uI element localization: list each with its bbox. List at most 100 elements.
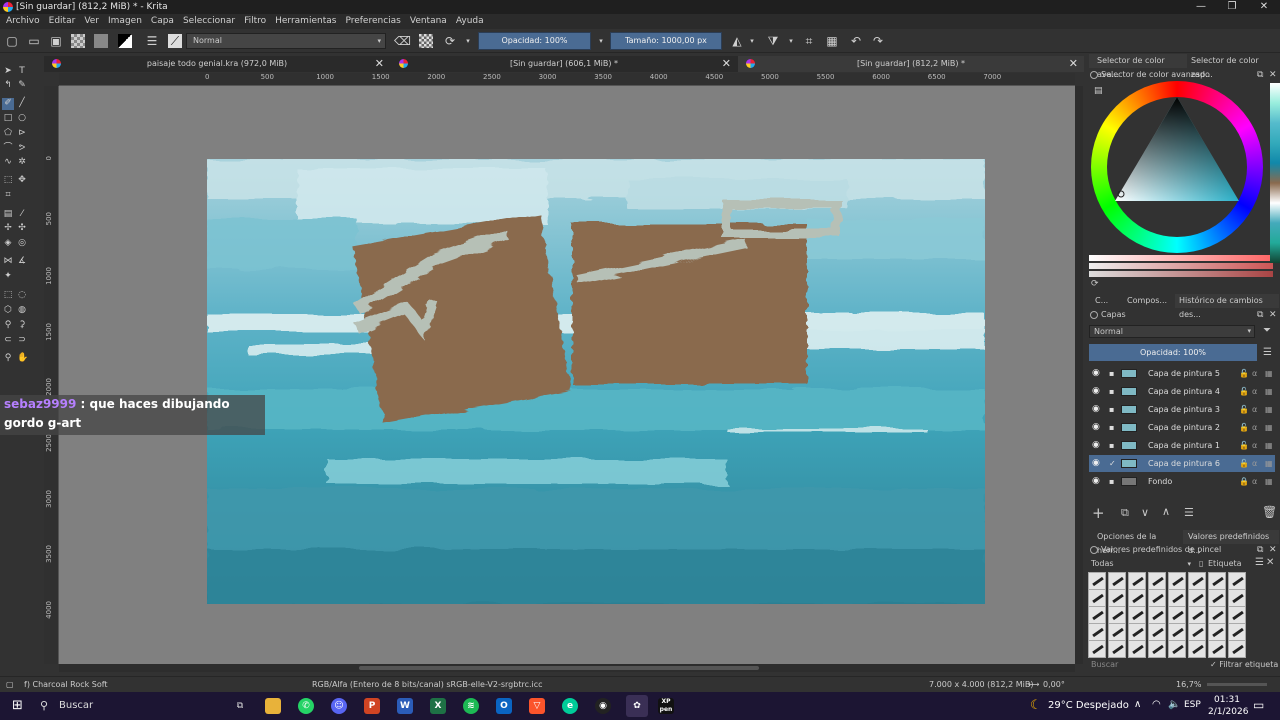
close-docker-icon[interactable]: ✕ [1269, 544, 1277, 556]
close-docker-icon[interactable]: ✕ [1269, 69, 1277, 81]
tab-c[interactable]: C... [1089, 294, 1111, 308]
tab-brush-presets[interactable]: Valores predefinidos d... [1183, 530, 1279, 555]
tab-sin-guardar-1[interactable]: [Sin guardar] (606,1 MiB) * ✕ [391, 56, 737, 72]
brush-preset-tile[interactable] [1188, 640, 1206, 658]
polyline-tool-icon[interactable]: ⊳ [17, 128, 27, 138]
save-icon[interactable]: ▣ [49, 34, 63, 48]
powerpoint-icon[interactable]: P [364, 698, 380, 714]
mirror-vertical-icon[interactable]: ⧩ [766, 34, 780, 48]
zoom-tool-icon[interactable]: ⚲ [3, 353, 13, 363]
wrap-around-icon[interactable]: ▦ [825, 34, 839, 48]
visibility-eye-icon[interactable]: ◉ [1092, 437, 1100, 454]
tab-tool-options[interactable]: Opciones de la herr... [1089, 530, 1181, 555]
unlock-icon[interactable]: 🔓 [1239, 365, 1249, 382]
float-docker-icon[interactable]: ⧉ [1257, 309, 1263, 321]
unlock-icon[interactable]: 🔓 [1239, 401, 1249, 418]
dynamic-brush-icon[interactable]: ∿ [3, 157, 13, 167]
hue-slider-3[interactable] [1089, 271, 1273, 277]
similar-select-icon[interactable]: ⚳ [17, 320, 27, 330]
opacity-slider[interactable]: Opacidad: 100% [478, 32, 591, 50]
obs-icon[interactable]: ◉ [595, 698, 611, 714]
inherit-alpha-icon[interactable]: ▦ [1265, 419, 1273, 436]
whatsapp-icon[interactable]: ✆ [298, 698, 314, 714]
menu-capa[interactable]: Capa [151, 14, 174, 29]
brush-preset-tile[interactable] [1108, 589, 1126, 607]
colorize-mask-icon[interactable]: ✣ [17, 223, 27, 233]
menu-archivo[interactable]: Archivo [6, 14, 40, 29]
outlook-icon[interactable]: O [496, 698, 512, 714]
visibility-eye-icon[interactable]: ◉ [1092, 383, 1100, 400]
weather-text[interactable]: 29°C Despejado [1048, 700, 1129, 711]
brush-preset-tile[interactable] [1188, 589, 1206, 607]
chevron-down-icon[interactable]: ▾ [594, 34, 608, 48]
brush-preset-tile[interactable] [1208, 589, 1226, 607]
move-layer-up-icon[interactable]: ∧ [1162, 505, 1170, 518]
inherit-alpha-icon[interactable]: ▦ [1265, 401, 1273, 418]
vertical-scrollbar[interactable] [1075, 86, 1083, 664]
move-tool-icon[interactable]: ✥ [17, 175, 27, 185]
brush-preset-tile[interactable] [1208, 623, 1226, 641]
layer-menu-icon[interactable]: ☰ [1263, 347, 1272, 358]
alpha-icon[interactable]: α [1252, 383, 1257, 400]
brush-preset-tile[interactable] [1088, 623, 1106, 641]
brush-preset-tile[interactable] [1188, 572, 1206, 590]
menu-ver[interactable]: Ver [84, 14, 99, 29]
crop-icon[interactable]: ⌗ [802, 34, 816, 48]
brush-preset-tile[interactable] [1188, 623, 1206, 641]
brush-preset-tile[interactable] [1128, 606, 1146, 624]
brush-preset-tile[interactable] [1168, 589, 1186, 607]
brush-preset-tile[interactable] [1148, 623, 1166, 641]
add-layer-icon[interactable]: + [1092, 504, 1105, 522]
smart-patch-icon[interactable]: ✢ [3, 223, 13, 233]
excel-icon[interactable]: X [430, 698, 446, 714]
menu-filtro[interactable]: Filtro [244, 14, 266, 29]
calligraphy-icon[interactable]: ✎ [17, 80, 27, 90]
edit-shapes-icon[interactable]: ↰ [3, 80, 13, 90]
alpha-icon[interactable]: α [1252, 365, 1257, 382]
layer-opacity-slider[interactable]: Opacidad: 100% [1089, 344, 1257, 361]
brush-preset-tile[interactable] [1128, 572, 1146, 590]
minimize-button[interactable]: — [1185, 0, 1217, 14]
inherit-alpha-icon[interactable]: ▦ [1265, 455, 1273, 472]
brush-preset-tile[interactable] [1088, 640, 1106, 658]
reload-preset-icon[interactable]: ⟳ [443, 34, 457, 48]
visibility-eye-icon[interactable]: ◉ [1092, 455, 1100, 472]
unlock-icon[interactable]: 🔓 [1239, 419, 1249, 436]
select-shapes-icon[interactable]: ➤ [3, 66, 13, 76]
brush-preset-tile[interactable] [1168, 640, 1186, 658]
tab-specific-color-selector[interactable]: Selector de color esp... [1191, 54, 1279, 79]
brush-preset-tile[interactable] [1228, 589, 1246, 607]
language-indicator[interactable]: ESP [1184, 700, 1201, 710]
clock-date[interactable]: 2/1/2026 [1208, 707, 1248, 717]
brush-preset-tile[interactable] [1108, 640, 1126, 658]
filter-icon[interactable]: ⏷ [1263, 325, 1271, 336]
unlock-icon[interactable]: 🔓 [1239, 383, 1249, 400]
network-icon[interactable]: ◠ [1152, 699, 1161, 710]
chevron-down-icon[interactable]: ▾ [784, 34, 798, 48]
brush-preset-tile[interactable] [1108, 606, 1126, 624]
brush-preset-tile[interactable] [1128, 623, 1146, 641]
tab-undo-history[interactable]: Histórico de cambios des... [1175, 294, 1279, 319]
polygon-tool-icon[interactable]: ⬠ [3, 128, 13, 138]
show-hidden-icons-icon[interactable]: ∧ [1134, 699, 1141, 710]
blend-mode-select[interactable]: Normal ▾ [186, 33, 386, 49]
color-wheel[interactable] [1091, 81, 1263, 253]
docker-lock-icon[interactable] [1090, 311, 1098, 319]
brush-preset-tile[interactable] [1228, 572, 1246, 590]
brush-preset-tile[interactable] [1168, 606, 1186, 624]
unlock-icon[interactable]: 🔓 [1239, 437, 1249, 454]
close-docker-icon[interactable]: ✕ [1269, 309, 1277, 321]
ellipse-tool-icon[interactable]: ○ [17, 113, 27, 123]
new-document-icon[interactable]: ▢ [5, 34, 19, 48]
tab-compositions[interactable]: Compos... [1115, 294, 1173, 308]
close-tab-icon[interactable]: ✕ [722, 56, 731, 72]
duplicate-layer-icon[interactable]: ⧉ [1121, 506, 1129, 520]
bezier-tool-icon[interactable]: ⌒ [3, 143, 13, 153]
alpha-icon[interactable]: α [1252, 437, 1257, 454]
rect-select-icon[interactable]: ⬚ [3, 290, 13, 300]
menu-ayuda[interactable]: Ayuda [456, 14, 484, 29]
tag-select[interactable]: ▯ Etiqueta [1197, 558, 1252, 570]
freehand-path-icon[interactable]: ᕗ [17, 143, 27, 153]
fg-bg-color-icon[interactable] [118, 34, 132, 48]
brave-icon[interactable]: ▽ [529, 698, 545, 714]
